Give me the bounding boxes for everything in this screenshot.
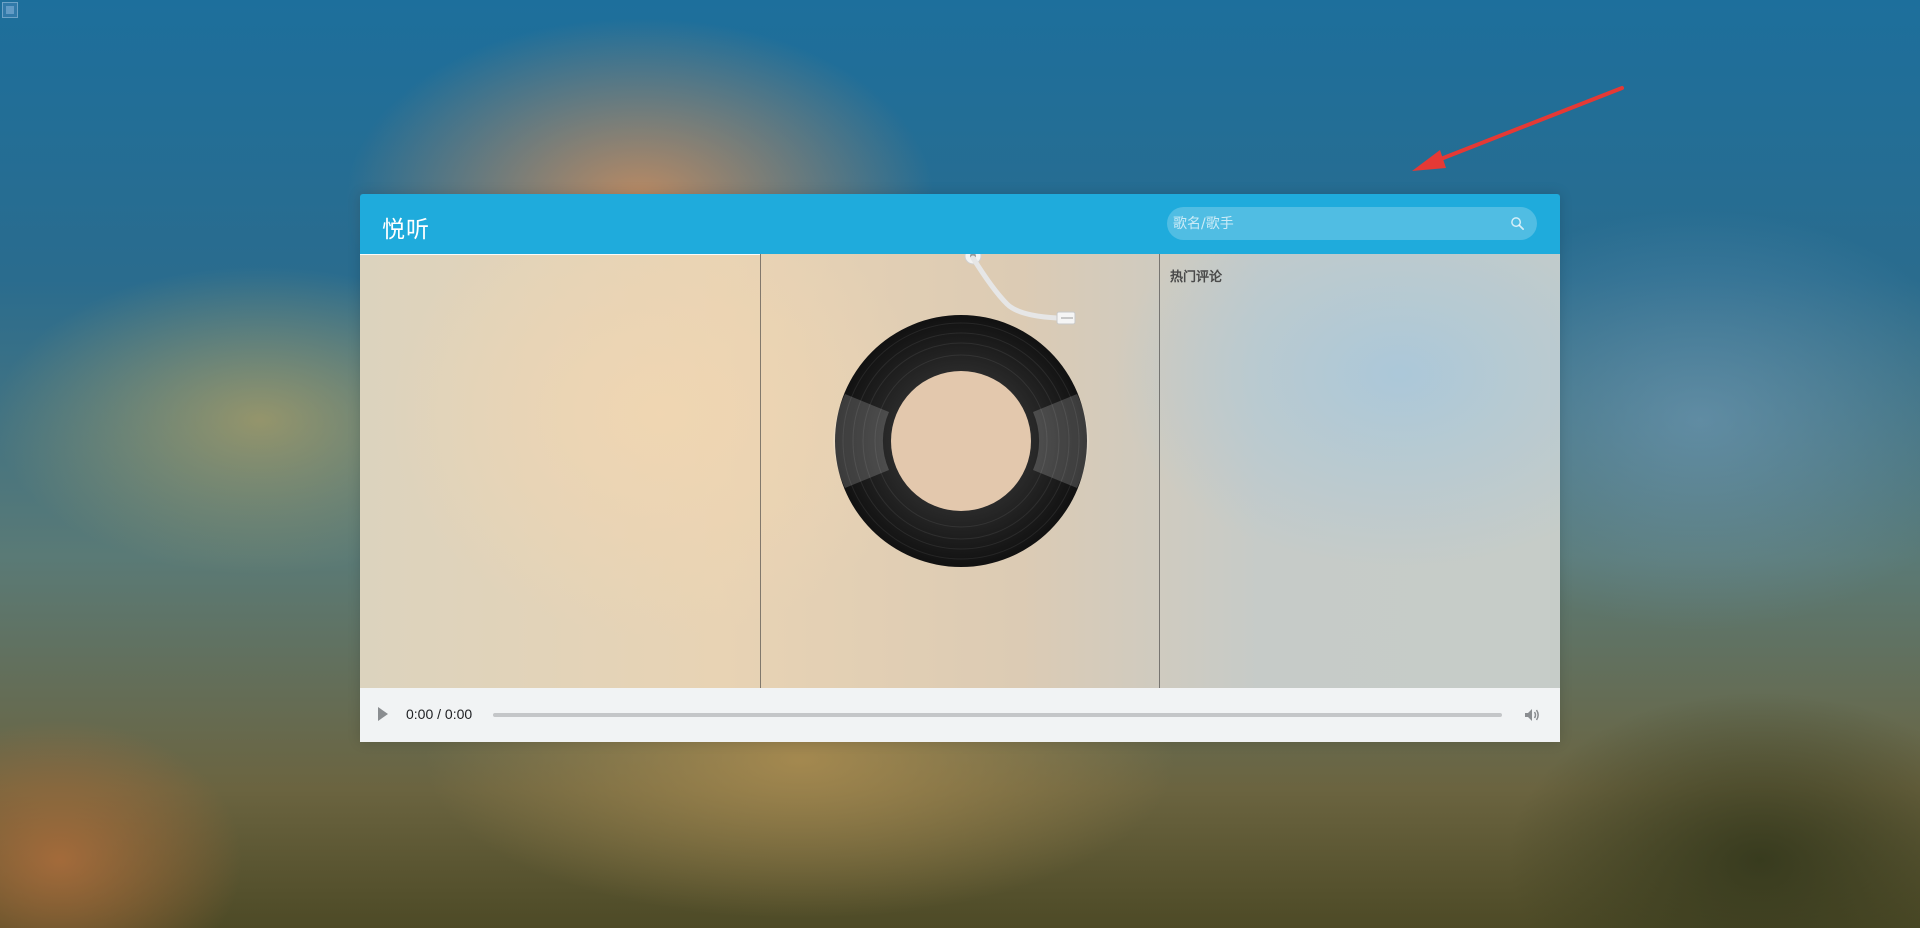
play-icon[interactable] [378,707,388,721]
window-corner-icon [2,2,18,18]
search-icon[interactable] [1510,216,1525,231]
turntable [833,254,1089,567]
music-player: 悦听 歌名/歌手 热门评论 0:00 / 0:00 [360,194,1560,742]
volume-icon[interactable] [1523,706,1541,724]
search-input[interactable] [1173,207,1493,240]
comments-heading: 热门评论 [1170,270,1223,285]
search-box[interactable] [1167,207,1537,240]
audio-controls: 0:00 / 0:00 [360,688,1560,742]
seek-slider[interactable] [493,713,1502,717]
comments-pane: 热门评论 [1160,254,1560,688]
player-content: 热门评论 [360,254,1560,688]
tonearm [964,254,1076,325]
app-title: 悦听 [382,216,430,242]
disc-pane [760,254,1160,688]
song-list-pane [360,254,760,688]
app-header: 悦听 [360,194,1560,254]
vinyl-disc [833,315,1089,567]
time-display: 0:00 / 0:00 [406,706,473,722]
